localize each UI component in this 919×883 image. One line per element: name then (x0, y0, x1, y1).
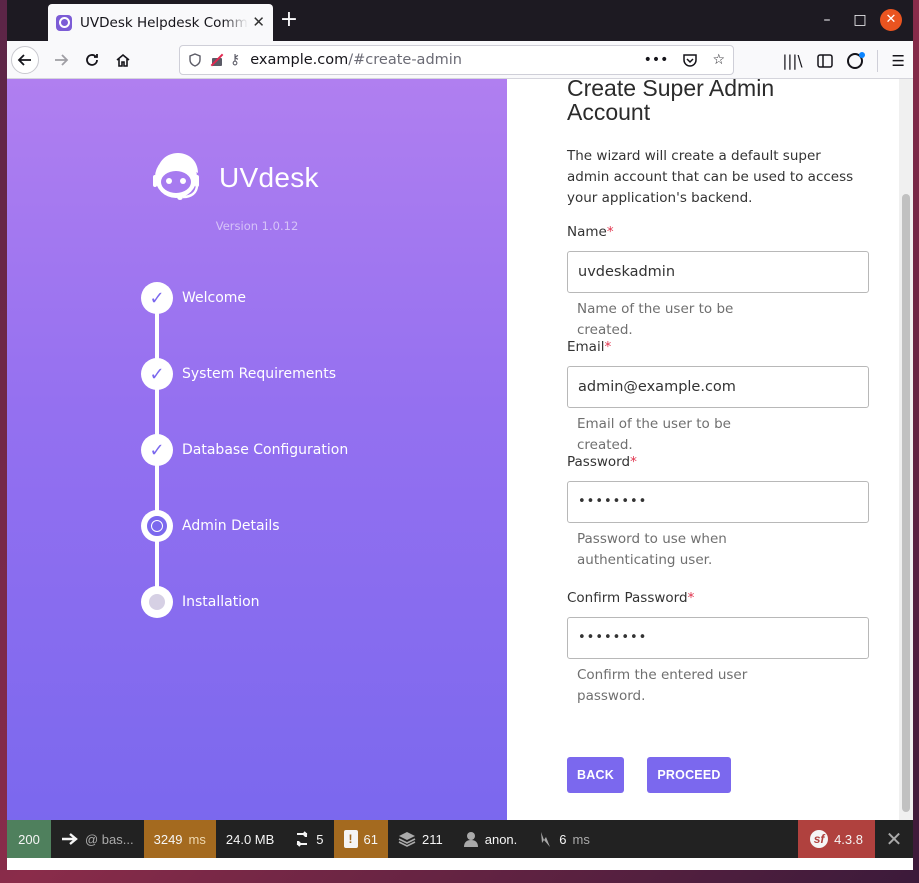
time-item[interactable]: 3249 ms (143, 820, 216, 858)
debug-toolbar: 200 @ bas... 3249 ms 24.0 MB 5 ! 61 211 a… (7, 820, 913, 858)
name-label: Name* (567, 224, 614, 240)
requests-item[interactable]: 5 (284, 820, 333, 858)
active-step-icon (141, 510, 173, 542)
status-code-badge[interactable]: 200 (7, 820, 51, 858)
step-database-configuration: ✓ Database Configuration (141, 434, 348, 466)
uvdesk-mascot-icon (153, 153, 199, 200)
pocket-icon[interactable] (682, 52, 698, 68)
toolbar-divider (876, 50, 878, 72)
tab-title: UVDesk Helpdesk Comm (80, 14, 248, 31)
password-help: Password to use when authenticating user… (577, 531, 727, 568)
forward-button[interactable] (47, 46, 75, 74)
symfony-logo-icon: sf (810, 830, 829, 848)
step-welcome: ✓ Welcome (141, 282, 246, 314)
check-icon: ✓ (141, 434, 173, 466)
confirm-password-label: Confirm Password* (567, 590, 695, 606)
memory-item[interactable]: 24.0 MB (216, 820, 284, 858)
shield-icon (189, 53, 201, 67)
back-button[interactable] (11, 46, 39, 74)
hamburger-menu-icon[interactable]: ☰ (892, 52, 905, 70)
close-window-icon[interactable]: ✕ (880, 9, 902, 31)
scroll-thumb[interactable] (902, 194, 910, 812)
password-label: Password* (567, 454, 637, 470)
check-icon: ✓ (141, 282, 173, 314)
form-description: The wizard will create a default super a… (567, 148, 854, 206)
warnings-item[interactable]: ! 61 (333, 820, 388, 858)
tab-uvdesk[interactable]: UVDesk Helpdesk Comm ✕ (48, 4, 273, 41)
reload-icon (86, 54, 98, 66)
url-text[interactable]: example.com/#create-admin (250, 52, 462, 68)
db-time-item[interactable]: 6 ms (527, 820, 600, 858)
home-button[interactable] (109, 46, 137, 74)
key-icon: ⚷ (230, 52, 241, 68)
password-input[interactable]: •••••••• (567, 481, 869, 523)
navigation-bar: ⚷ example.com/#create-admin ••• ☆ |||\ ☰ (7, 41, 913, 79)
uvdesk-favicon-icon (56, 14, 72, 31)
user-icon (463, 832, 478, 847)
new-tab-button[interactable]: + (277, 8, 301, 32)
user-item[interactable]: anon. (453, 820, 528, 858)
email-help: Email of the user to be created. (577, 416, 731, 453)
proceed-button[interactable]: PROCEED (647, 757, 731, 793)
page-actions-icon[interactable]: ••• (644, 52, 669, 68)
tab-bar: UVDesk Helpdesk Comm ✕ + – □ ✕ (7, 0, 913, 41)
tab-close-icon[interactable]: ✕ (252, 15, 265, 30)
warning-icon: ! (343, 830, 358, 848)
url-bar[interactable]: ⚷ example.com/#create-admin ••• ☆ (179, 45, 734, 75)
insecure-lock-icon (210, 53, 224, 67)
arrow-left-icon (17, 54, 31, 66)
home-icon (116, 53, 130, 67)
http-requests-icon (296, 831, 308, 847)
email-input[interactable]: admin@example.com (567, 366, 869, 408)
bookmark-star-icon[interactable]: ☆ (712, 52, 725, 68)
browser-window: UVDesk Helpdesk Comm ✕ + – □ ✕ ⚷ example… (7, 0, 913, 870)
step-admin-details: Admin Details (141, 510, 280, 542)
scrollbar[interactable] (899, 79, 913, 820)
step-system-requirements: ✓ System Requirements (141, 358, 336, 390)
email-label: Email* (567, 339, 612, 355)
maximize-icon[interactable]: □ (850, 11, 870, 29)
arrow-right-icon (55, 54, 69, 66)
confirm-password-help: Confirm the entered user password. (577, 667, 748, 704)
arrow-right-icon (62, 833, 78, 845)
route-item[interactable]: @ bas... (51, 820, 144, 858)
name-input[interactable]: uvdeskadmin (567, 251, 869, 293)
check-icon: ✓ (141, 358, 173, 390)
pending-step-icon (141, 586, 173, 618)
back-button[interactable]: BACK (567, 757, 624, 793)
logo-text: UVdesk (219, 162, 319, 193)
lightning-icon (541, 832, 551, 847)
name-help: Name of the user to be created. (577, 301, 734, 338)
sidebar-toggle-icon[interactable] (816, 54, 833, 68)
account-icon[interactable] (846, 52, 865, 69)
uvdesk-logo: UVdesk (149, 149, 319, 207)
reload-button[interactable] (78, 46, 106, 74)
library-icon[interactable]: |||\ (782, 52, 802, 70)
twig-item[interactable]: 211 (388, 820, 453, 858)
page-content: UVdesk Version 1.0.12 ✓ Welcome ✓ System… (7, 75, 913, 820)
confirm-password-input[interactable]: •••••••• (567, 617, 869, 659)
layers-icon (398, 832, 416, 847)
page-title: Create Super Admin Account (567, 75, 775, 125)
close-toolbar-icon[interactable]: ✕ (875, 820, 913, 858)
admin-form-panel: Create Super Admin Account The wizard wi… (507, 75, 899, 820)
version-label: Version 1.0.12 (215, 219, 299, 233)
wizard-sidebar: UVdesk Version 1.0.12 ✓ Welcome ✓ System… (7, 79, 507, 820)
step-installation: Installation (141, 586, 260, 618)
symfony-version-item[interactable]: sf 4.3.8 (798, 820, 875, 858)
minimize-icon[interactable]: – (817, 11, 837, 29)
